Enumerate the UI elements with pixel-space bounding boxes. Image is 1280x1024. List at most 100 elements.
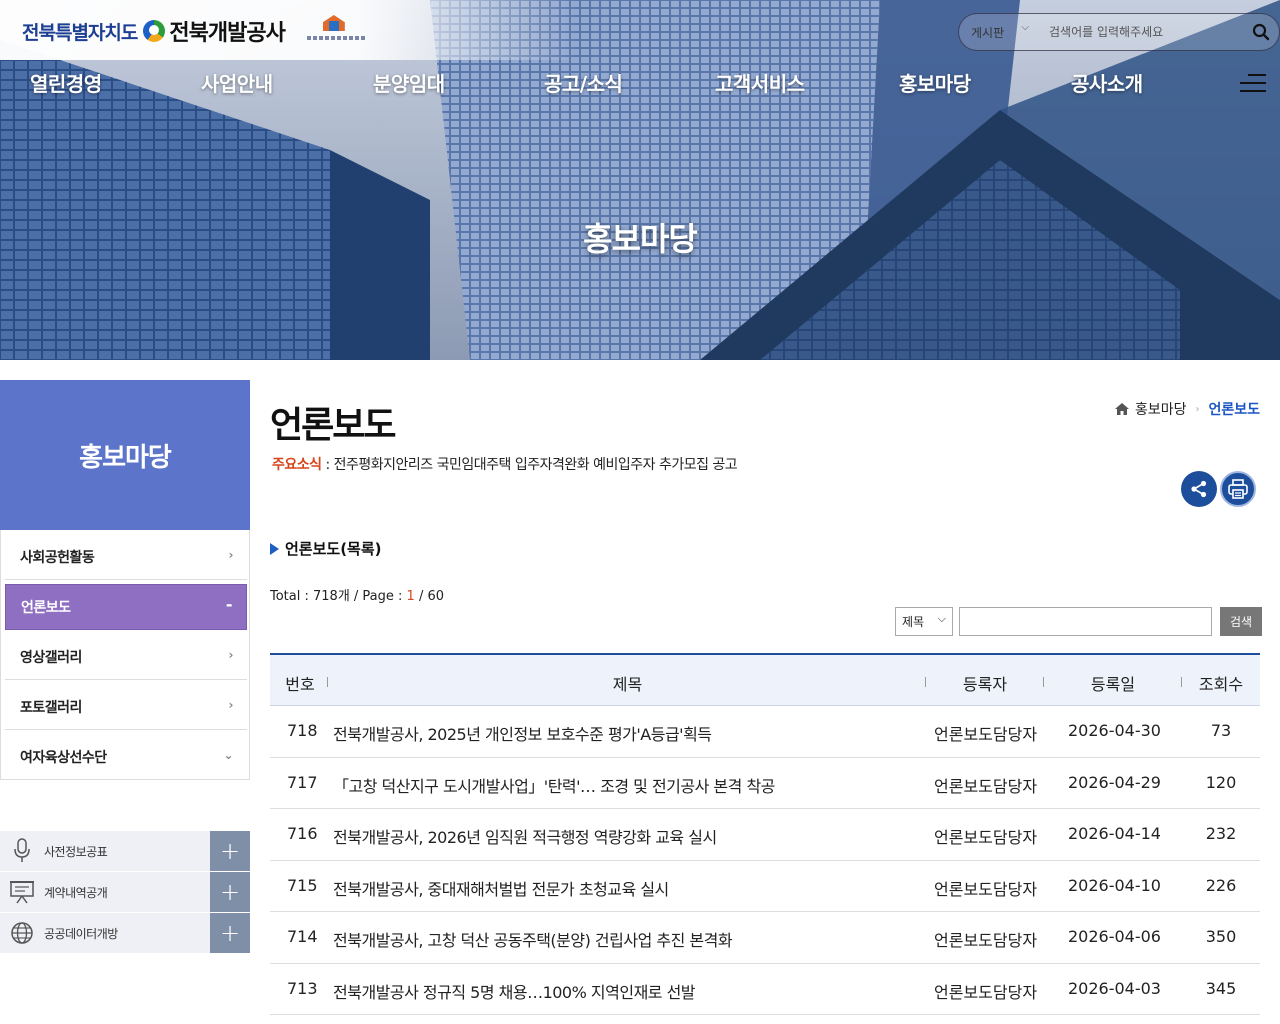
plus-icon[interactable]: + <box>210 831 250 871</box>
board-search-input[interactable] <box>959 607 1212 636</box>
row-views: 73 <box>1210 721 1232 740</box>
search-scope-select[interactable]: 게시판 <box>959 22 1033 41</box>
row-date: 2026-04-14 <box>1068 824 1161 843</box>
gnb-item-pr[interactable]: 홍보마당 <box>899 68 971 97</box>
chevron-right-icon: › <box>1195 403 1200 415</box>
row-views: 350 <box>1205 927 1237 946</box>
page-title: 언론보도 <box>270 405 396 446</box>
column-header-title: 제목 <box>612 675 643 694</box>
row-title-link[interactable]: 「고창 덕산지구 도시개발사업」'탄력'… 조경 및 전기공사 본격 착공 <box>333 773 775 797</box>
row-title-link[interactable]: 전북개발공사, 중대재해처벌법 전문가 초청교육 실시 <box>333 876 669 900</box>
search-input[interactable] <box>1033 25 1243 39</box>
table-row[interactable]: 714 전북개발공사, 고창 덕산 공동주택(분양) 건립사업 추진 본격화 언… <box>270 912 1260 964</box>
row-writer: 언론보도담당자 <box>934 828 1038 847</box>
row-number: 714 <box>287 927 318 946</box>
row-date: 2026-04-06 <box>1068 927 1161 946</box>
sidebar-item-womens-athletics[interactable]: 여자육상선수단 ⌄ <box>5 734 247 780</box>
share-button[interactable] <box>1181 471 1217 507</box>
table-row[interactable]: 715 전북개발공사, 중대재해처벌법 전문가 초청교육 실시 언론보도담당자 … <box>270 861 1260 912</box>
gnb-item-customer-service[interactable]: 고객서비스 <box>715 68 805 97</box>
search-field-select[interactable]: 제목 <box>895 607 953 636</box>
plus-icon[interactable]: + <box>210 872 250 912</box>
quick-link-prior-disclosure[interactable]: 사전정보공표 + <box>0 831 250 872</box>
home-icon[interactable] <box>1114 403 1129 415</box>
section-title: 언론보도(목록) <box>270 538 382 559</box>
breadcrumb-current[interactable]: 언론보도 <box>1208 399 1260 419</box>
breadcrumb-parent[interactable]: 홍보마당 <box>1135 399 1187 419</box>
chevron-right-icon: › <box>228 548 234 562</box>
microphone-icon <box>14 838 30 862</box>
row-views: 232 <box>1205 824 1237 843</box>
row-title-link[interactable]: 전북개발공사, 고창 덕산 공동주택(분양) 건립사업 추진 본격화 <box>333 927 733 951</box>
globe-icon <box>11 922 33 944</box>
sidebar-item-video-gallery[interactable]: 영상갤러리 › <box>5 634 247 680</box>
total-prefix: Total : 718개 / Page : <box>270 589 407 604</box>
gnb-item-business[interactable]: 사업안내 <box>201 68 273 97</box>
gnb-item-sale-lease[interactable]: 분양임대 <box>373 68 445 97</box>
search-icon <box>1252 23 1270 41</box>
press-release-table: 번호 제목 등록자 등록일 조회수 718 전북개발공사, 2025년 개인정보… <box>270 653 1260 1015</box>
logo-region-text: 전북특별자치도 <box>22 21 138 44</box>
quick-link-contracts[interactable]: 계약내역공개 + <box>0 872 250 913</box>
featured-news-text[interactable]: : 전주평화지안리즈 국민임대주택 입주자격완화 예비입주자 추가모집 공고 <box>322 457 737 473</box>
table-row[interactable]: 718 전북개발공사, 2025년 개인정보 보호수준 평가'A등급'획득 언론… <box>270 706 1260 758</box>
print-button[interactable] <box>1220 471 1256 507</box>
sidebar-item-label: 언론보도 <box>21 600 71 616</box>
gnb-item-about[interactable]: 공사소개 <box>1071 68 1143 97</box>
total-count: Total : 718개 / Page : 1 / 60 <box>270 585 444 604</box>
sidebar-item-photo-gallery[interactable]: 포토갤러리 › <box>5 684 247 730</box>
sidebar-item-label: 영상갤러리 <box>20 649 82 666</box>
row-date: 2026-04-10 <box>1068 875 1161 895</box>
row-title-link[interactable]: 전북개발공사 정규직 5명 채용…100% 지역인재로 선발 <box>333 979 696 1003</box>
hero-banner <box>0 0 1280 360</box>
quick-link-open-data[interactable]: 공공데이터개방 + <box>0 913 250 954</box>
printer-icon <box>1228 479 1248 499</box>
current-page: 1 <box>406 589 415 604</box>
row-number: 713 <box>287 978 318 998</box>
certification-mark-icon <box>306 15 365 47</box>
hamburger-menu-icon[interactable] <box>1240 74 1266 94</box>
board-search-button[interactable]: 검색 <box>1220 607 1262 636</box>
main-navigation: 열린경영 사업안내 분양임대 공고/소식 고객서비스 홍보마당 공사소개 <box>0 62 1280 102</box>
plus-icon[interactable]: + <box>210 913 250 953</box>
board-search-form: 제목 검색 <box>895 607 1262 636</box>
sidebar-item-label: 사회공헌활동 <box>20 549 95 566</box>
row-title-link[interactable]: 전북개발공사, 2026년 임직원 적극행정 역량강화 교육 실시 <box>333 824 717 848</box>
row-date: 2026-04-29 <box>1068 772 1161 792</box>
section-title-text: 언론보도(목록) <box>285 540 382 558</box>
logo-swirl-icon <box>143 20 166 42</box>
row-date: 2026-04-03 <box>1068 978 1161 998</box>
row-views: 345 <box>1205 978 1237 998</box>
row-writer: 언론보도담당자 <box>934 931 1038 950</box>
header-search: 게시판 <box>958 13 1280 51</box>
minus-icon: - <box>225 595 233 614</box>
row-number: 718 <box>287 721 318 740</box>
search-button[interactable] <box>1243 14 1279 50</box>
share-icon <box>1191 480 1207 498</box>
gnb-item-notices[interactable]: 공고/소식 <box>544 68 623 97</box>
site-logo[interactable]: 전북특별자치도 전북개발공사 <box>22 14 365 48</box>
row-title-link[interactable]: 전북개발공사, 2025년 개인정보 보호수준 평가'A등급'획득 <box>333 721 712 745</box>
table-row[interactable]: 717 「고창 덕산지구 도시개발사업」'탄력'… 조경 및 전기공사 본격 착… <box>270 758 1260 809</box>
featured-news-label: 주요소식 <box>272 457 322 473</box>
sidebar-item-press-release[interactable]: 언론보도 - <box>5 584 247 630</box>
row-writer: 언론보도담당자 <box>934 982 1038 1002</box>
table-header: 번호 제목 등록자 등록일 조회수 <box>270 653 1260 706</box>
column-header-views: 조회수 <box>1198 675 1244 694</box>
table-row[interactable]: 716 전북개발공사, 2026년 임직원 적극행정 역량강화 교육 실시 언론… <box>270 809 1260 861</box>
row-number: 715 <box>287 875 318 895</box>
total-pages: / 60 <box>414 589 445 604</box>
quick-link-label: 공공데이터개방 <box>44 926 118 941</box>
presentation-board-icon <box>10 881 34 904</box>
sidebar-item-label: 포토갤러리 <box>20 699 82 716</box>
table-row[interactable]: 713 전북개발공사 정규직 5명 채용…100% 지역인재로 선발 언론보도담… <box>270 964 1260 1015</box>
featured-news[interactable]: 주요소식 : 전주평화지안리즈 국민임대주택 입주자격완화 예비입주자 추가모집… <box>272 454 738 474</box>
row-writer: 언론보도담당자 <box>934 725 1038 744</box>
sidebar-item-label: 여자육상선수단 <box>20 750 107 766</box>
triangle-bullet-icon <box>270 542 279 555</box>
sidebar-item-social-contribution[interactable]: 사회공헌활동 › <box>5 534 247 580</box>
gnb-item-open-management[interactable]: 열린경영 <box>30 68 102 97</box>
sidebar-title: 홍보마당 <box>0 380 250 530</box>
chevron-right-icon: › <box>228 698 234 712</box>
row-writer: 언론보도담당자 <box>934 776 1038 796</box>
